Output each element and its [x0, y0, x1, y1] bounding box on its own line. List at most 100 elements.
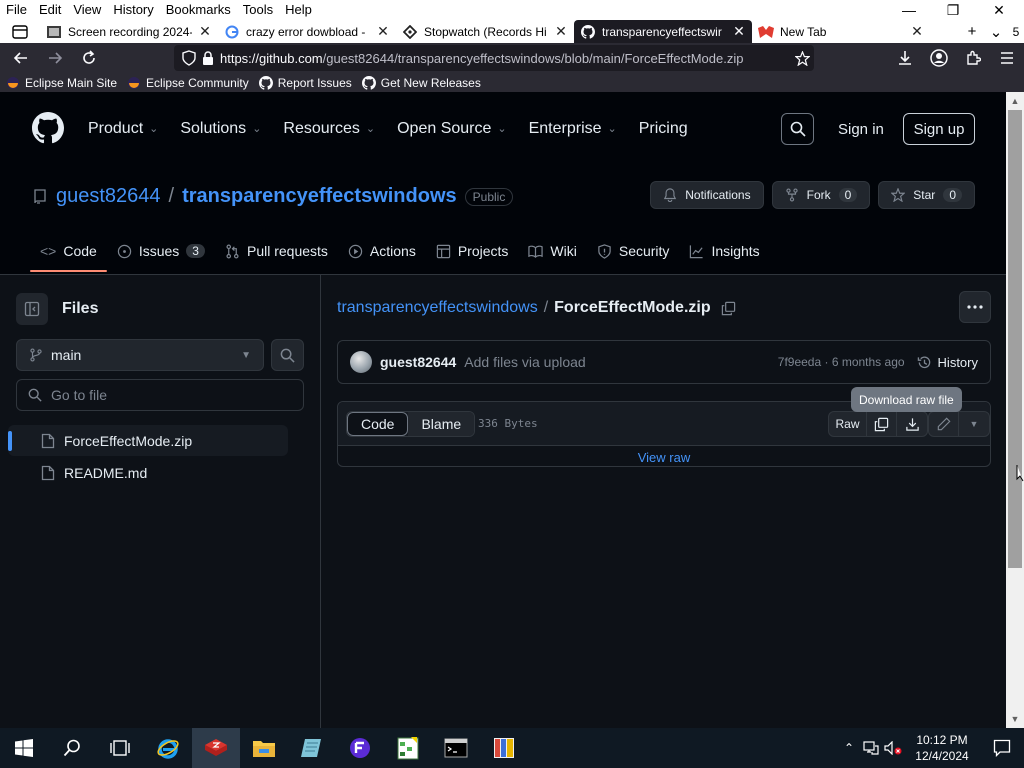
- commit-author[interactable]: guest82644: [380, 354, 456, 370]
- nav-product[interactable]: Product ⌄: [88, 120, 158, 138]
- sign-in-link[interactable]: Sign in: [838, 121, 884, 138]
- bookmark-eclipse-community[interactable]: Eclipse Community: [127, 76, 249, 90]
- tab-insights[interactable]: Insights: [679, 237, 769, 271]
- nav-resources[interactable]: Resources ⌄: [283, 120, 375, 138]
- tab-new-tab[interactable]: New Tab ✕: [752, 20, 930, 43]
- list-all-tabs-button[interactable]: ⌄: [984, 23, 1008, 41]
- address-bar[interactable]: https://github.com/guest82644/transparen…: [174, 45, 814, 71]
- tab-list-button[interactable]: [0, 20, 40, 43]
- copy-raw-button[interactable]: [867, 412, 897, 436]
- view-raw-link[interactable]: View raw: [338, 450, 990, 465]
- reload-button[interactable]: [72, 43, 106, 73]
- volume-muted-icon[interactable]: [882, 728, 904, 768]
- bookmark-star-button[interactable]: [790, 50, 814, 66]
- tab-google-search[interactable]: crazy error dowbload - ✕: [218, 20, 396, 43]
- chevron-up-icon[interactable]: ⌃: [838, 728, 860, 768]
- tab-code[interactable]: <> Code: [30, 237, 107, 272]
- star-button[interactable]: Star 0: [878, 181, 975, 209]
- nav-open-source[interactable]: Open Source ⌄: [397, 120, 507, 138]
- account-button[interactable]: [922, 43, 956, 73]
- file-tree-item[interactable]: ForceEffectMode.zip: [8, 425, 288, 456]
- commit-message[interactable]: Add files via upload: [464, 354, 585, 370]
- notifications-button[interactable]: Notifications: [650, 181, 764, 209]
- tab-stopwatch[interactable]: Stopwatch (Records Hi ✕: [396, 20, 574, 43]
- menu-view[interactable]: View: [67, 0, 107, 20]
- edit-file-button[interactable]: [929, 412, 959, 436]
- start-button[interactable]: [0, 728, 48, 768]
- scroll-up-icon[interactable]: ▲: [1006, 94, 1024, 108]
- terminal-taskbar[interactable]: [432, 728, 480, 768]
- more-options-button[interactable]: [959, 291, 991, 323]
- tab-actions[interactable]: Actions: [338, 237, 426, 271]
- copy-path-icon[interactable]: [721, 301, 736, 316]
- tab-screen-recording[interactable]: Screen recording 2024- ✕: [40, 20, 218, 43]
- bookmark-get-new-releases[interactable]: Get New Releases: [361, 75, 481, 90]
- menu-file[interactable]: File: [0, 0, 33, 20]
- bookmark-report-issues[interactable]: Report Issues: [258, 75, 352, 90]
- menu-bookmarks[interactable]: Bookmarks: [160, 0, 237, 20]
- avatar[interactable]: [350, 351, 372, 373]
- menu-help[interactable]: Help: [279, 0, 318, 20]
- filezilla-taskbar[interactable]: [192, 728, 240, 768]
- clock[interactable]: 10:12 PM 12/4/2024: [904, 732, 980, 764]
- file-explorer-taskbar[interactable]: [240, 728, 288, 768]
- nav-pricing[interactable]: Pricing: [639, 120, 688, 138]
- file-tree-item[interactable]: README.md: [8, 457, 288, 488]
- github-search-button[interactable]: [781, 113, 814, 145]
- repo-owner-link[interactable]: guest82644: [56, 185, 161, 208]
- close-tab-icon[interactable]: ✕: [554, 23, 568, 40]
- setup-taskbar[interactable]: [336, 728, 384, 768]
- forward-button[interactable]: [38, 43, 72, 73]
- menu-tools[interactable]: Tools: [237, 0, 279, 20]
- tab-pull-requests[interactable]: Pull requests: [215, 237, 338, 271]
- page-scrollbar[interactable]: ▲ ▼: [1006, 92, 1024, 728]
- edit-dropdown-button[interactable]: ▼: [959, 412, 989, 436]
- task-view-button[interactable]: [96, 728, 144, 768]
- commit-hash-and-date[interactable]: 7f9eeda · 6 months ago: [778, 355, 905, 369]
- tab-wiki[interactable]: Wiki: [518, 237, 586, 271]
- close-tab-icon[interactable]: ✕: [376, 23, 390, 40]
- menu-edit[interactable]: Edit: [33, 0, 67, 20]
- history-button[interactable]: History: [917, 355, 978, 370]
- action-center-button[interactable]: [980, 728, 1024, 768]
- archive-taskbar[interactable]: [480, 728, 528, 768]
- new-tab-button[interactable]: +: [960, 23, 984, 40]
- repo-name-link[interactable]: transparencyeffectswindows: [182, 185, 457, 208]
- spreadsheet-taskbar[interactable]: [384, 728, 432, 768]
- tab-security[interactable]: Security: [587, 237, 680, 271]
- network-icon[interactable]: [860, 728, 882, 768]
- search-files-button[interactable]: [271, 339, 304, 371]
- tab-issues[interactable]: Issues 3: [107, 237, 215, 271]
- bookmark-eclipse-main-site[interactable]: Eclipse Main Site: [6, 76, 117, 90]
- code-view-button[interactable]: Code: [347, 412, 409, 436]
- nav-enterprise[interactable]: Enterprise ⌄: [529, 120, 617, 138]
- nav-solutions[interactable]: Solutions ⌄: [180, 120, 261, 138]
- tab-projects[interactable]: Projects: [426, 237, 519, 271]
- collapse-sidebar-button[interactable]: [16, 293, 48, 325]
- close-tab-icon[interactable]: ✕: [198, 23, 212, 40]
- scroll-down-icon[interactable]: ▼: [1006, 712, 1024, 726]
- branch-selector[interactable]: main ▼: [16, 339, 264, 371]
- downloads-button[interactable]: [888, 43, 922, 73]
- raw-button[interactable]: Raw: [829, 412, 867, 436]
- go-to-file-input[interactable]: [51, 387, 281, 403]
- close-tab-icon[interactable]: ✕: [732, 23, 746, 40]
- fork-button[interactable]: Fork 0: [771, 181, 871, 209]
- blame-view-button[interactable]: Blame: [408, 412, 475, 436]
- close-window-button[interactable]: ✕: [976, 0, 1022, 20]
- github-logo-icon[interactable]: [32, 112, 64, 144]
- internet-explorer-taskbar[interactable]: [144, 728, 192, 768]
- close-tab-icon[interactable]: ✕: [910, 23, 924, 40]
- search-taskbar-button[interactable]: [48, 728, 96, 768]
- download-raw-button[interactable]: [897, 412, 927, 436]
- scroll-thumb[interactable]: [1008, 110, 1022, 568]
- app-menu-button[interactable]: [990, 43, 1024, 73]
- back-button[interactable]: [4, 43, 38, 73]
- menu-history[interactable]: History: [107, 0, 159, 20]
- maximize-button[interactable]: ❐: [930, 0, 976, 20]
- tab-github-active[interactable]: transparencyeffectswir ✕: [574, 20, 752, 43]
- sign-up-button[interactable]: Sign up: [903, 113, 975, 145]
- breadcrumb-repo-link[interactable]: transparencyeffectswindows: [337, 299, 538, 317]
- extensions-button[interactable]: [956, 43, 990, 73]
- notepad-taskbar[interactable]: [288, 728, 336, 768]
